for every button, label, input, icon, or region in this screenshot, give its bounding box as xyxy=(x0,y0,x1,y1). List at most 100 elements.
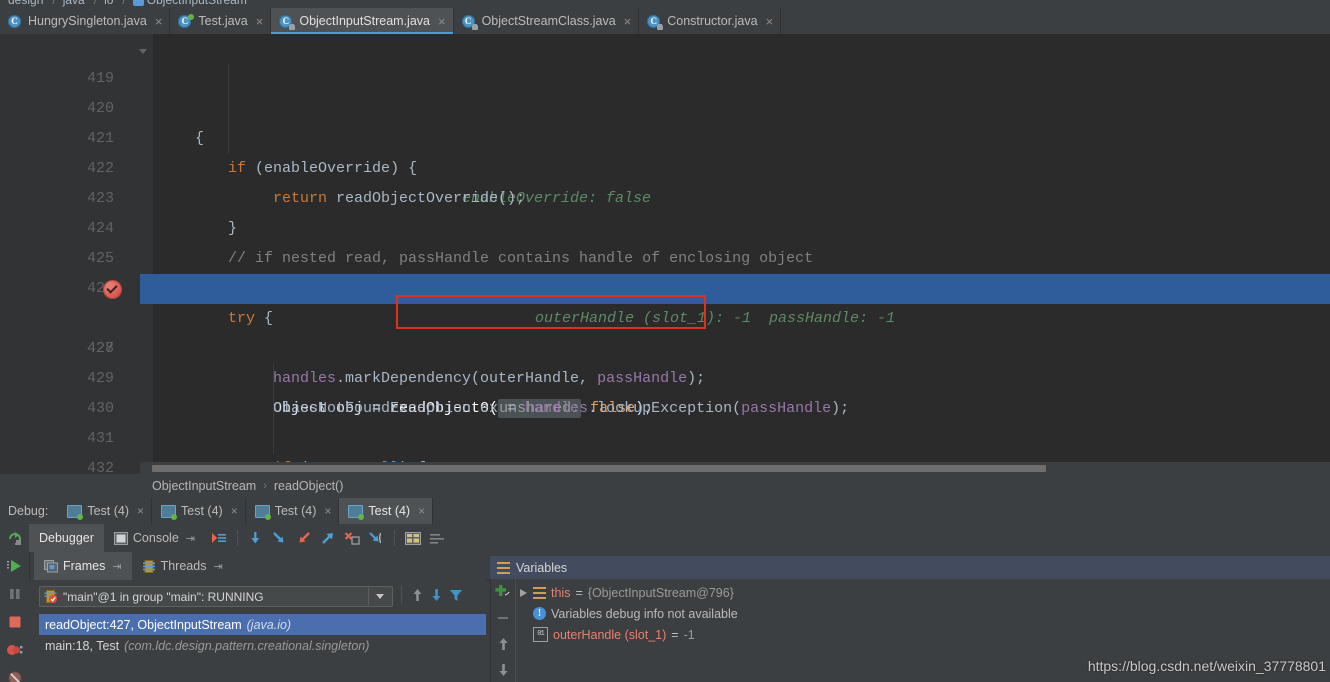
editor-hscrollbar-track[interactable] xyxy=(140,462,1330,474)
editor-tab-constructor[interactable]: C Constructor.java × xyxy=(639,8,782,34)
close-icon[interactable]: × xyxy=(231,504,238,518)
editor-tab-objectinputstream[interactable]: C ObjectInputStream.java × xyxy=(271,8,454,34)
frame-row[interactable]: readObject:427, ObjectInputStream (java.… xyxy=(39,614,486,635)
show-execution-point-icon[interactable] xyxy=(209,528,229,548)
debug-session-label: Test (4) xyxy=(274,504,317,518)
editor-hscrollbar-thumb[interactable] xyxy=(152,465,1046,472)
variable-row-this[interactable]: this = {ObjectInputStream@796} xyxy=(516,582,1330,603)
code-line-426: 426 try { xyxy=(0,244,1330,327)
step-out-icon[interactable] xyxy=(318,528,338,548)
debug-session-tab-1[interactable]: Test (4) × xyxy=(58,498,153,524)
editor-tab-bar: C HungrySingleton.java × C Test.java × C… xyxy=(0,8,1330,35)
debug-session-label: Test (4) xyxy=(181,504,223,518)
sort-down-icon[interactable] xyxy=(429,586,444,604)
object-icon xyxy=(533,586,546,599)
breadcrumb-class[interactable]: ObjectInputStream xyxy=(152,479,256,493)
frame-row[interactable]: main:18, Test (com.ldc.design.pattern.cr… xyxy=(39,635,486,656)
breadcrumb-item-3[interactable]: ObjectInputStream xyxy=(129,0,253,7)
close-icon[interactable]: × xyxy=(766,15,774,28)
evaluate-expression-icon[interactable] xyxy=(403,528,423,548)
close-icon[interactable]: × xyxy=(624,15,632,28)
close-icon[interactable]: × xyxy=(418,504,425,518)
close-icon[interactable]: × xyxy=(155,15,163,28)
expand-triangle-icon[interactable] xyxy=(520,588,527,597)
frames-list[interactable]: readObject:427, ObjectInputStream (java.… xyxy=(39,614,486,656)
java-class-readonly-icon: C xyxy=(647,14,664,30)
ide-window: design / java / io / ObjectInputStream C… xyxy=(0,0,1330,682)
add-watch-icon[interactable] xyxy=(491,579,515,605)
breadcrumb-item-0[interactable]: design xyxy=(4,0,49,7)
code-line-423: 423 xyxy=(0,154,1330,207)
pin-icon[interactable]: ⇥ xyxy=(186,532,195,545)
editor-breadcrumb: ObjectInputStream › readObject() xyxy=(0,474,1330,498)
tab-console[interactable]: Console ⇥ xyxy=(104,524,205,552)
editor-tab-label: ObjectStreamClass.java xyxy=(481,14,616,28)
fold-collapse-icon[interactable] xyxy=(139,49,147,54)
variables-list[interactable]: this = {ObjectInputStream@796} ! Variabl… xyxy=(516,582,1330,645)
breadcrumb-method[interactable]: readObject() xyxy=(274,479,343,493)
mute-breakpoints-icon[interactable] xyxy=(0,664,29,682)
sort-up-icon[interactable] xyxy=(410,586,425,604)
step-into-icon[interactable] xyxy=(270,528,290,548)
close-icon[interactable]: × xyxy=(324,504,331,518)
code-line-430: 430 if (ex != null) { xyxy=(0,364,1330,474)
breadcrumb-item-2[interactable]: io xyxy=(100,0,119,7)
tab-console-label: Console xyxy=(132,531,179,545)
tab-debugger[interactable]: Debugger xyxy=(29,524,104,552)
drop-frame-icon[interactable] xyxy=(342,528,362,548)
debug-session-tab-4[interactable]: Test (4) × xyxy=(339,498,434,524)
debug-session-tab-2[interactable]: Test (4) × xyxy=(152,498,246,524)
editor-tab-hungrysingleton[interactable]: C HungrySingleton.java × xyxy=(0,8,171,34)
debugger-toolbar: Debugger Console ⇥ xyxy=(0,524,1330,553)
tab-threads[interactable]: Threads ⇥ xyxy=(132,552,233,580)
code-line-424: 424 // if nested read, passHandle contai… xyxy=(0,184,1330,267)
breadcrumb-item-1[interactable]: java xyxy=(59,0,91,7)
close-icon[interactable]: × xyxy=(256,15,264,28)
breadcrumb-separator: › xyxy=(263,480,267,492)
code-line-421: 421 return readObjectOverride(); xyxy=(0,94,1330,207)
rerun-icon[interactable] xyxy=(0,524,29,552)
close-icon[interactable]: × xyxy=(438,15,446,28)
console-icon xyxy=(113,531,128,545)
breakpoint-verified-icon[interactable] xyxy=(103,280,122,299)
code-line-419: 419 { xyxy=(0,34,1330,147)
code-line-429: 429 ClassNotFoundException ex = handles.… xyxy=(0,334,1330,417)
thread-suspended-icon xyxy=(44,590,58,603)
chevron-down-icon[interactable] xyxy=(368,588,391,605)
variable-equals: = xyxy=(575,585,583,600)
run-to-cursor-icon[interactable] xyxy=(366,528,386,548)
debug-tool-window-tabs: Debug: Test (4) × Test (4) × Test (4) × … xyxy=(0,498,1330,525)
move-down-icon[interactable] xyxy=(491,657,515,682)
editor-tab-label: ObjectInputStream.java xyxy=(299,14,430,28)
tab-frames[interactable]: Frames ⇥ xyxy=(34,552,132,580)
editor-tab-label: HungrySingleton.java xyxy=(28,14,147,28)
debug-session-tab-3[interactable]: Test (4) × xyxy=(246,498,340,524)
thread-selector[interactable]: "main"@1 in group "main": RUNNING xyxy=(39,586,393,607)
pin-icon[interactable]: ⇥ xyxy=(213,560,222,573)
pause-program-icon[interactable] xyxy=(0,580,29,608)
resume-program-icon[interactable] xyxy=(0,552,29,580)
editor-tab-label: Test.java xyxy=(198,14,248,28)
step-over-icon[interactable] xyxy=(246,528,266,548)
run-config-icon xyxy=(348,504,365,520)
variable-row-outerhandle[interactable]: 01 outerHandle (slot_1) = -1 xyxy=(516,624,1330,645)
editor-tab-objectstreamclass[interactable]: C ObjectStreamClass.java × xyxy=(453,8,640,34)
variable-row-info[interactable]: ! Variables debug info not available xyxy=(516,603,1330,624)
force-step-into-icon[interactable] xyxy=(294,528,314,548)
frame-method: main:18, Test xyxy=(45,638,120,653)
settings-icon[interactable] xyxy=(427,528,447,548)
code-line-422: 422 } xyxy=(0,124,1330,237)
pin-icon[interactable]: ⇥ xyxy=(112,560,121,573)
variable-value: {ObjectInputStream@796} xyxy=(587,585,734,600)
tab-frames-label: Frames xyxy=(63,559,106,573)
move-up-icon[interactable] xyxy=(491,631,515,657)
close-icon[interactable]: × xyxy=(137,504,144,518)
editor-tab-label: Constructor.java xyxy=(667,14,758,28)
frame-method: readObject:427, ObjectInputStream xyxy=(45,617,242,632)
editor-tab-test[interactable]: C Test.java × xyxy=(170,8,272,34)
code-editor[interactable]: 419 { 420 if (enableOverride) { enableOv… xyxy=(0,34,1330,474)
filter-icon[interactable] xyxy=(448,586,464,604)
stop-icon[interactable] xyxy=(0,608,29,636)
remove-watch-icon[interactable] xyxy=(491,605,515,631)
view-breakpoints-icon[interactable] xyxy=(0,636,29,664)
